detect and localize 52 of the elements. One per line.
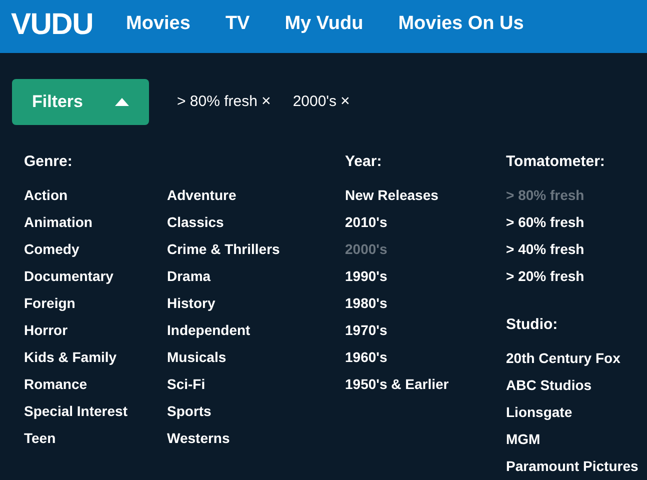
filter-option[interactable]: 20th Century Fox bbox=[506, 345, 620, 372]
filter-option[interactable]: Animation bbox=[24, 209, 167, 236]
filter-option[interactable]: Action bbox=[24, 182, 167, 209]
filter-option[interactable]: > 20% fresh bbox=[506, 263, 584, 290]
filter-option[interactable]: Musicals bbox=[167, 344, 345, 371]
active-filter: 2000's bbox=[292, 92, 337, 112]
filter-option[interactable]: Romance bbox=[24, 371, 167, 398]
nav-link[interactable]: Movies On Us bbox=[398, 10, 524, 39]
filter-option[interactable]: Special Interest bbox=[24, 398, 167, 425]
filter-option[interactable]: Teen bbox=[24, 425, 167, 452]
filter-option[interactable]: Classics bbox=[167, 209, 345, 236]
nav-link[interactable]: My Vudu bbox=[284, 10, 364, 39]
filter-option[interactable]: > 60% fresh bbox=[506, 209, 584, 236]
active-filter: > 80% fresh bbox=[177, 92, 258, 112]
caret-up-icon bbox=[115, 98, 130, 106]
filter-option[interactable]: New Releases bbox=[345, 182, 438, 209]
filter-option[interactable]: 1990's bbox=[345, 263, 388, 290]
section-title: Tomatometer: bbox=[506, 152, 606, 172]
filter-option[interactable]: Drama bbox=[167, 263, 345, 290]
filter-option[interactable]: Adventure bbox=[167, 182, 345, 209]
filter-option[interactable]: 1960's bbox=[345, 344, 388, 371]
filter-option[interactable]: Crime & Thrillers bbox=[167, 236, 345, 263]
nav-link[interactable]: TV bbox=[225, 10, 250, 39]
remove-filter-button[interactable]: × bbox=[261, 90, 271, 114]
filter-option[interactable]: Lionsgate bbox=[506, 399, 572, 426]
filter-option[interactable]: Kids & Family bbox=[24, 344, 167, 371]
filter-option[interactable]: Comedy bbox=[24, 236, 167, 263]
filter-option[interactable]: Sci-Fi bbox=[167, 371, 345, 398]
filter-option[interactable]: Foreign bbox=[24, 290, 167, 317]
filter-option[interactable]: Horror bbox=[24, 317, 167, 344]
filter-option[interactable]: History bbox=[167, 290, 345, 317]
remove-filter-button[interactable]: × bbox=[340, 90, 350, 114]
filter-option[interactable]: Paramount Pictures bbox=[506, 453, 638, 480]
filter-option[interactable]: Independent bbox=[167, 317, 345, 344]
section-title: Studio: bbox=[506, 315, 559, 335]
section-title: Year: bbox=[345, 152, 383, 172]
logo[interactable]: VUDU bbox=[11, 2, 94, 47]
filter-option[interactable]: > 40% fresh bbox=[506, 236, 584, 263]
filters-button[interactable]: Filters bbox=[12, 79, 149, 125]
filter-option[interactable]: Documentary bbox=[24, 263, 167, 290]
filter-option[interactable]: MGM bbox=[506, 426, 540, 453]
filter-option[interactable]: 1980's bbox=[345, 290, 388, 317]
filter-option[interactable]: Westerns bbox=[167, 425, 345, 452]
filter-option[interactable]: 1950's & Earlier bbox=[345, 371, 449, 398]
filter-option[interactable]: 1970's bbox=[345, 317, 388, 344]
filter-option[interactable]: > 80% fresh bbox=[506, 182, 584, 209]
filter-option[interactable]: ABC Studios bbox=[506, 372, 592, 399]
section-title: Genre: bbox=[24, 152, 74, 172]
nav-link[interactable]: Movies bbox=[126, 10, 190, 39]
filter-option[interactable]: 2000's bbox=[345, 236, 388, 263]
filter-option[interactable]: Sports bbox=[167, 398, 345, 425]
filter-option[interactable]: 2010's bbox=[345, 209, 388, 236]
